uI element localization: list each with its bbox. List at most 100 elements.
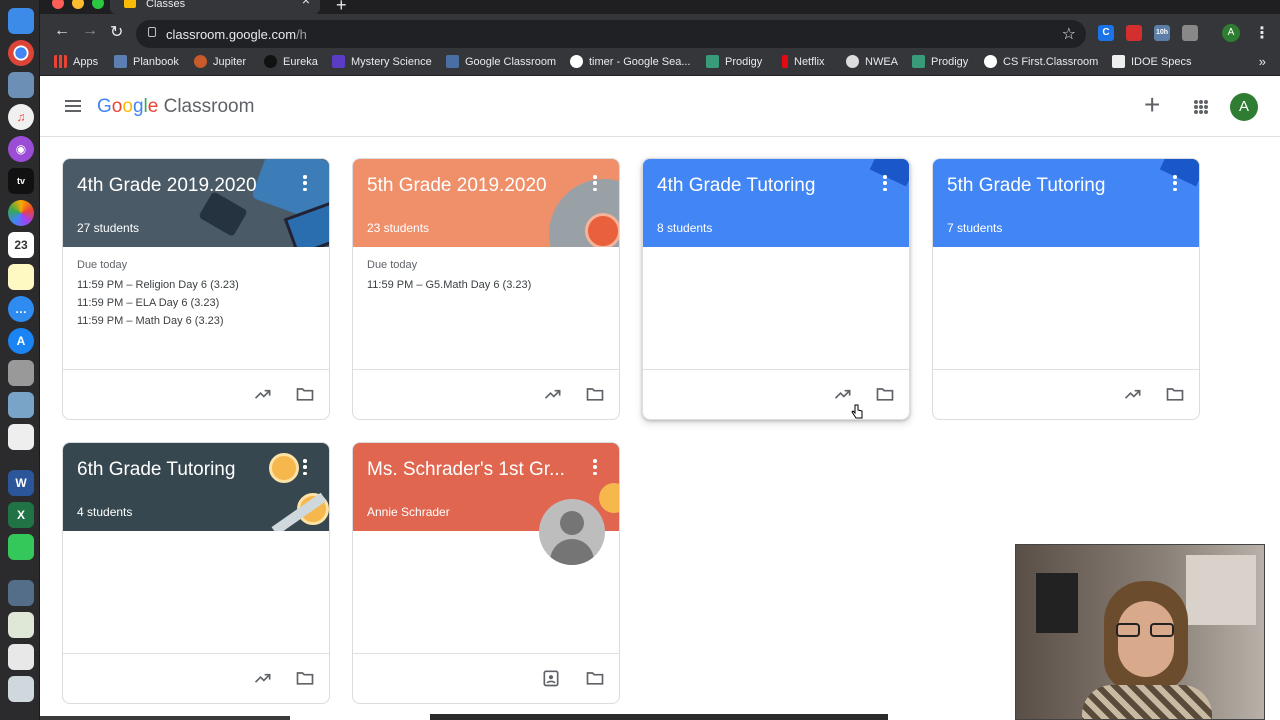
photos-icon[interactable] bbox=[8, 200, 34, 226]
bookmark-item[interactable]: Jupiter bbox=[194, 55, 246, 68]
netflix-icon bbox=[782, 55, 788, 68]
class-title[interactable]: 5th Grade 2019.2020 bbox=[367, 175, 547, 197]
scanner-icon[interactable] bbox=[8, 392, 34, 418]
class-card-header[interactable]: 6th Grade Tutoring 4 students bbox=[63, 443, 329, 531]
chrome-icon[interactable] bbox=[8, 40, 34, 66]
zoom-window-button[interactable] bbox=[92, 0, 104, 9]
document-icon[interactable] bbox=[8, 676, 34, 702]
bookmark-item[interactable]: Mystery Science bbox=[332, 55, 432, 68]
address-bar[interactable]: classroom.google.com/h ☆ bbox=[136, 20, 1086, 48]
trending-up-icon[interactable] bbox=[253, 384, 273, 404]
more-bookmarks-button[interactable]: » bbox=[1259, 54, 1266, 69]
bookmark-item[interactable]: NWEA bbox=[846, 55, 898, 68]
class-card[interactable]: 4th Grade Tutoring 8 students bbox=[642, 158, 910, 420]
reload-button[interactable]: ↻ bbox=[110, 22, 123, 42]
finder-icon[interactable] bbox=[8, 8, 34, 34]
due-item[interactable]: 11:59 PM – G5.Math Day 6 (3.23) bbox=[367, 276, 609, 294]
more-options-icon[interactable] bbox=[593, 175, 597, 191]
hand-cursor-icon bbox=[851, 404, 863, 419]
class-title[interactable]: 5th Grade Tutoring bbox=[947, 175, 1105, 197]
podcasts-icon[interactable]: ◉ bbox=[8, 136, 34, 162]
folder-icon[interactable] bbox=[585, 668, 605, 688]
class-card-footer bbox=[933, 369, 1199, 419]
bookmark-item[interactable]: Planbook bbox=[114, 55, 179, 68]
preview-icon[interactable] bbox=[8, 72, 34, 98]
trending-up-icon[interactable] bbox=[253, 668, 273, 688]
trending-up-icon[interactable] bbox=[543, 384, 563, 404]
extension-timer-icon[interactable]: 10h bbox=[1154, 25, 1170, 41]
main-menu-icon[interactable] bbox=[65, 100, 81, 112]
folder-icon[interactable] bbox=[295, 668, 315, 688]
class-card[interactable]: 5th Grade Tutoring 7 students bbox=[932, 158, 1200, 420]
folder-icon[interactable] bbox=[585, 384, 605, 404]
browser-menu-icon[interactable]: ⋮ bbox=[1254, 23, 1270, 43]
document-icon[interactable] bbox=[8, 644, 34, 670]
excel-icon[interactable]: X bbox=[8, 502, 34, 528]
bookmark-item[interactable]: IDOE Specs bbox=[1112, 55, 1192, 68]
more-options-icon[interactable] bbox=[303, 459, 307, 475]
class-card[interactable]: 5th Grade 2019.2020 23 students Due toda… bbox=[352, 158, 620, 420]
forward-button[interactable]: → bbox=[82, 22, 98, 40]
folder-icon[interactable] bbox=[1165, 384, 1185, 404]
printer-icon[interactable] bbox=[8, 360, 34, 386]
notes-icon[interactable] bbox=[8, 264, 34, 290]
class-title[interactable]: 4th Grade Tutoring bbox=[657, 175, 815, 197]
google-apps-icon[interactable] bbox=[1194, 100, 1208, 114]
bookmark-item[interactable]: Prodigy bbox=[706, 55, 762, 68]
document-icon[interactable] bbox=[8, 612, 34, 638]
bookmark-star-icon[interactable]: ☆ bbox=[1062, 24, 1076, 44]
textedit-icon[interactable] bbox=[8, 424, 34, 450]
bookmark-item[interactable]: Apps bbox=[54, 55, 98, 68]
bookmark-item[interactable]: Netflix bbox=[782, 55, 825, 68]
class-card-header[interactable]: 4th Grade Tutoring 8 students bbox=[643, 159, 909, 247]
bookmark-item[interactable]: timer - Google Sea... bbox=[570, 55, 691, 68]
due-item[interactable]: 11:59 PM – Religion Day 6 (3.23) bbox=[77, 276, 319, 294]
more-options-icon[interactable] bbox=[1173, 175, 1177, 191]
class-card-header[interactable]: 4th Grade 2019.2020 27 students bbox=[63, 159, 329, 247]
class-card[interactable]: 4th Grade 2019.2020 27 students Due toda… bbox=[62, 158, 330, 420]
more-options-icon[interactable] bbox=[593, 459, 597, 475]
class-card-header[interactable]: 5th Grade Tutoring 7 students bbox=[933, 159, 1199, 247]
extension-icon[interactable] bbox=[1182, 25, 1198, 41]
browser-profile-avatar[interactable]: A bbox=[1222, 24, 1240, 42]
url-text[interactable]: classroom.google.com/h bbox=[166, 27, 307, 42]
music-icon[interactable]: ♫ bbox=[8, 104, 34, 130]
close-icon[interactable]: × bbox=[302, 0, 310, 7]
class-card[interactable]: Ms. Schrader's 1st Gr... Annie Schrader bbox=[352, 442, 620, 704]
due-item[interactable]: 11:59 PM – Math Day 6 (3.23) bbox=[77, 312, 319, 330]
trending-up-icon[interactable] bbox=[833, 384, 853, 404]
screenshot-icon[interactable] bbox=[8, 580, 34, 606]
extension-c-icon[interactable]: C bbox=[1098, 25, 1114, 41]
minimize-window-button[interactable] bbox=[72, 0, 84, 9]
tab-classes[interactable]: Classes × bbox=[110, 0, 320, 14]
extension-icon[interactable] bbox=[1126, 25, 1142, 41]
bookmark-item[interactable]: Prodigy bbox=[912, 55, 968, 68]
assignment-ind-icon[interactable] bbox=[541, 668, 561, 688]
class-title[interactable]: Ms. Schrader's 1st Gr... bbox=[367, 459, 565, 481]
due-item[interactable]: 11:59 PM – ELA Day 6 (3.23) bbox=[77, 294, 319, 312]
back-button[interactable]: ← bbox=[54, 22, 70, 40]
calendar-icon[interactable]: 23 bbox=[8, 232, 34, 258]
folder-icon[interactable] bbox=[875, 384, 895, 404]
class-card[interactable]: 6th Grade Tutoring 4 students bbox=[62, 442, 330, 704]
google-classroom-logo[interactable]: Google Classroom bbox=[97, 96, 254, 118]
more-options-icon[interactable] bbox=[883, 175, 887, 191]
word-icon[interactable]: W bbox=[8, 470, 34, 496]
class-title[interactable]: 4th Grade 2019.2020 bbox=[77, 175, 257, 197]
bookmark-item[interactable]: Eureka bbox=[264, 55, 318, 68]
apple-tv-icon[interactable]: tv bbox=[8, 168, 34, 194]
class-card-footer bbox=[353, 369, 619, 419]
class-card-header[interactable]: 5th Grade 2019.2020 23 students bbox=[353, 159, 619, 247]
create-join-class-button[interactable]: + bbox=[1144, 90, 1160, 120]
trending-up-icon[interactable] bbox=[1123, 384, 1143, 404]
bookmark-item[interactable]: Google Classroom bbox=[446, 55, 556, 68]
close-window-button[interactable] bbox=[52, 0, 64, 9]
app-store-icon[interactable]: A bbox=[8, 328, 34, 354]
account-avatar[interactable]: A bbox=[1230, 93, 1258, 121]
folder-icon[interactable] bbox=[295, 384, 315, 404]
facetime-icon[interactable] bbox=[8, 534, 34, 560]
more-options-icon[interactable] bbox=[303, 175, 307, 191]
messages-icon[interactable]: … bbox=[8, 296, 34, 322]
class-title[interactable]: 6th Grade Tutoring bbox=[77, 459, 235, 481]
bookmark-item[interactable]: CS First.Classroom bbox=[984, 55, 1098, 68]
